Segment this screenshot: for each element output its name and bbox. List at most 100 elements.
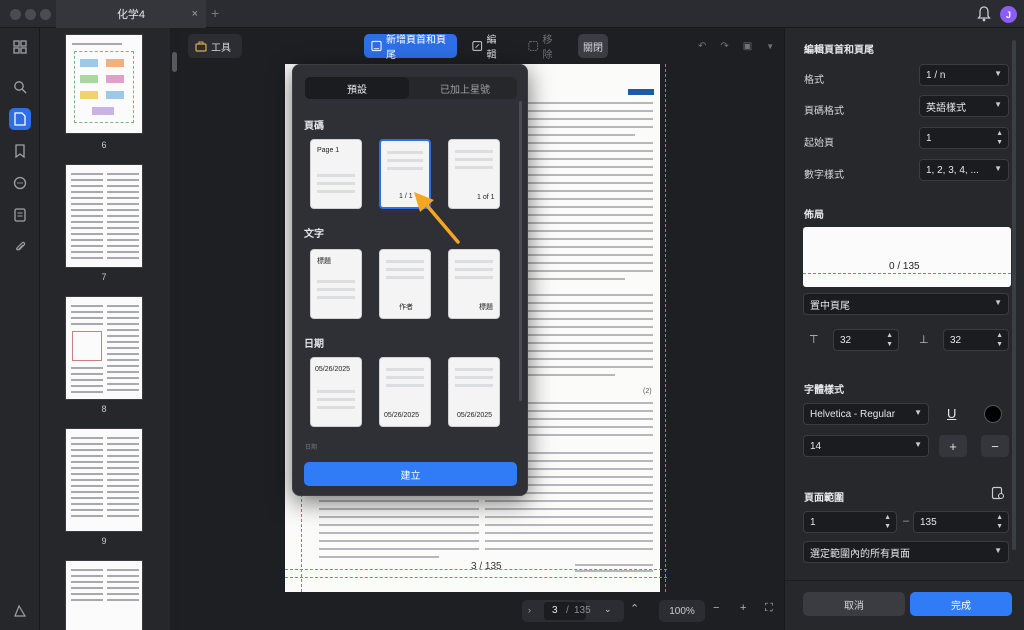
number-style-label: 數字樣式 (804, 170, 844, 181)
template-page-1[interactable]: Page 1 (310, 139, 362, 209)
redo-icon[interactable]: ↷ (720, 41, 728, 52)
close-window-button[interactable] (10, 9, 21, 20)
create-button[interactable]: 建立 (304, 462, 517, 486)
grid-icon[interactable] (9, 36, 31, 58)
panel-scrollbar[interactable] (1012, 40, 1016, 550)
template-date-center[interactable]: 05/26/2025 (379, 357, 431, 427)
top-margin-stepper[interactable]: 32 ▲ ▼ (833, 329, 899, 351)
page-navigator: › 3 / 135 ⌄ (522, 600, 624, 622)
layout-preview: 0 / 135 (803, 227, 1011, 287)
title-bar: 化学4 × + J (0, 0, 1024, 28)
section-text: 文字 (304, 229, 324, 240)
template-date-right[interactable]: 05/26/2025 (448, 357, 500, 427)
remove-button[interactable]: 移除 (521, 34, 567, 61)
zoom-out-icon[interactable]: − (713, 602, 719, 614)
page-thumbnail[interactable] (65, 428, 143, 532)
template-date-left[interactable]: 05/26/2025 (310, 357, 362, 427)
minimize-window-button[interactable] (25, 9, 36, 20)
cancel-button[interactable]: 取消 (803, 592, 905, 616)
header-footer-icon (371, 40, 382, 52)
add-header-footer-button[interactable]: 新增頁首和頁尾 (364, 34, 457, 61)
done-button[interactable]: 完成 (910, 592, 1012, 616)
margin-guide (285, 577, 667, 578)
start-page-label: 起始頁 (804, 138, 834, 149)
history-controls: ↶ ↷ ▣ ▼ (691, 34, 783, 58)
page-thumbnail[interactable] (65, 34, 143, 134)
page-format-label: 頁碼格式 (804, 106, 844, 117)
close-mode-button[interactable]: 關閉 (578, 34, 608, 58)
chevron-down-icon[interactable]: ▼ (766, 42, 774, 51)
increase-size-button[interactable]: + (939, 435, 967, 457)
tab-starred[interactable]: 已加上星號 (413, 77, 517, 99)
layout-title: 佈局 (804, 210, 824, 221)
settings-panel: 編輯頁首和頁尾 格式 1 / n ▼ 頁碼格式 英語樣式 ▼ 起始頁 1 ▲ ▼ 數字樣… (784, 28, 1024, 630)
form-icon[interactable] (9, 204, 31, 226)
margin-guide (665, 64, 666, 592)
template-text-left[interactable]: 標題 (310, 249, 362, 319)
range-from-stepper[interactable]: 1 ▲ ▼ (803, 511, 897, 533)
thumbnail-panel: 6 7 8 9 (40, 28, 170, 630)
document-tab[interactable]: 化学4 × (56, 0, 206, 28)
page-thumbnail[interactable] (65, 164, 143, 268)
tab-preset[interactable]: 預設 (305, 77, 409, 99)
equation-number: (2) (643, 388, 652, 395)
page-range-settings-icon[interactable] (991, 486, 1005, 500)
page-range-title: 頁面範圍 (804, 493, 844, 504)
section-date: 日期 (304, 339, 324, 350)
avatar[interactable]: J (1000, 6, 1017, 23)
chevron-up-icon[interactable]: ⌃ (630, 602, 639, 615)
chevron-down-icon[interactable]: ⌄ (604, 604, 612, 615)
page-separator: / (566, 605, 569, 616)
remove-icon (528, 41, 539, 51)
new-tab-button[interactable]: + (211, 5, 219, 21)
page-thumbnail[interactable] (65, 296, 143, 400)
thumbnail-number: 6 (101, 140, 107, 150)
panel-divider (785, 580, 1024, 581)
zoom-level[interactable]: 100% (659, 600, 705, 622)
range-scope-select[interactable]: 選定範圍內的所有頁面 ▼ (803, 541, 1009, 563)
position-select[interactable]: 置中頁尾 ▼ (803, 293, 1009, 315)
page-thumbnail[interactable] (65, 560, 143, 630)
bookmark-icon[interactable] (9, 140, 31, 162)
preview-page-number: 0 / 135 (889, 261, 920, 272)
tools-button[interactable]: 工具 (188, 34, 242, 58)
attachment-icon[interactable] (9, 236, 31, 258)
zoom-window-button[interactable] (40, 9, 51, 20)
thumbnail-number: 9 (101, 536, 107, 546)
text-color-swatch[interactable] (984, 405, 1002, 423)
page-format-select[interactable]: 英語樣式 ▼ (919, 95, 1009, 117)
current-page-input[interactable]: 3 (552, 605, 558, 616)
bottom-margin-stepper[interactable]: 32 ▲ ▼ (943, 329, 1009, 351)
bottom-margin-icon: ⊥ (919, 334, 929, 346)
template-text-center[interactable]: 作者 (379, 249, 431, 319)
chevron-right-icon[interactable]: › (528, 605, 531, 615)
font-family-select[interactable]: Helvetica - Regular ▼ (803, 403, 929, 425)
thumbnail-scrollbar[interactable] (172, 52, 177, 72)
popover-scrollbar[interactable] (519, 101, 522, 401)
fit-page-icon[interactable]: ⛶ (765, 602, 773, 615)
header-footer-popover: 預設 已加上星號 頁碼 Page 1 1 / 1 1 of 1 文字 標題 作者… (292, 64, 528, 496)
format-select[interactable]: 1 / n ▼ (919, 64, 1009, 86)
page-icon[interactable] (9, 108, 31, 130)
underline-button[interactable]: U (947, 406, 956, 421)
undo-icon[interactable]: ↶ (698, 41, 706, 52)
zoom-in-icon[interactable]: + (740, 602, 746, 614)
tab-close-button[interactable]: × (192, 8, 198, 20)
search-icon[interactable] (9, 76, 31, 98)
tools-label: 工具 (211, 42, 231, 54)
number-style-select[interactable]: 1, 2, 3, 4, ... ▼ (919, 159, 1009, 181)
edit-button[interactable]: 編輯 (465, 34, 511, 61)
template-tabs: 預設 已加上星號 (305, 77, 517, 99)
layers-icon[interactable] (9, 600, 31, 622)
template-text-right[interactable]: 標題 (448, 249, 500, 319)
edit-label: 編輯 (486, 35, 497, 61)
decrease-size-button[interactable]: − (981, 435, 1009, 457)
font-style-title: 字體樣式 (804, 385, 844, 396)
font-size-select[interactable]: 14 ▼ (803, 435, 929, 457)
bell-icon[interactable] (977, 6, 991, 22)
comment-icon[interactable] (9, 172, 31, 194)
next-section-label: 日期 (305, 445, 318, 451)
start-page-stepper[interactable]: 1 ▲ ▼ (919, 127, 1009, 149)
save-icon[interactable]: ▣ (743, 41, 752, 52)
range-to-stepper[interactable]: 135 ▲ ▼ (913, 511, 1009, 533)
